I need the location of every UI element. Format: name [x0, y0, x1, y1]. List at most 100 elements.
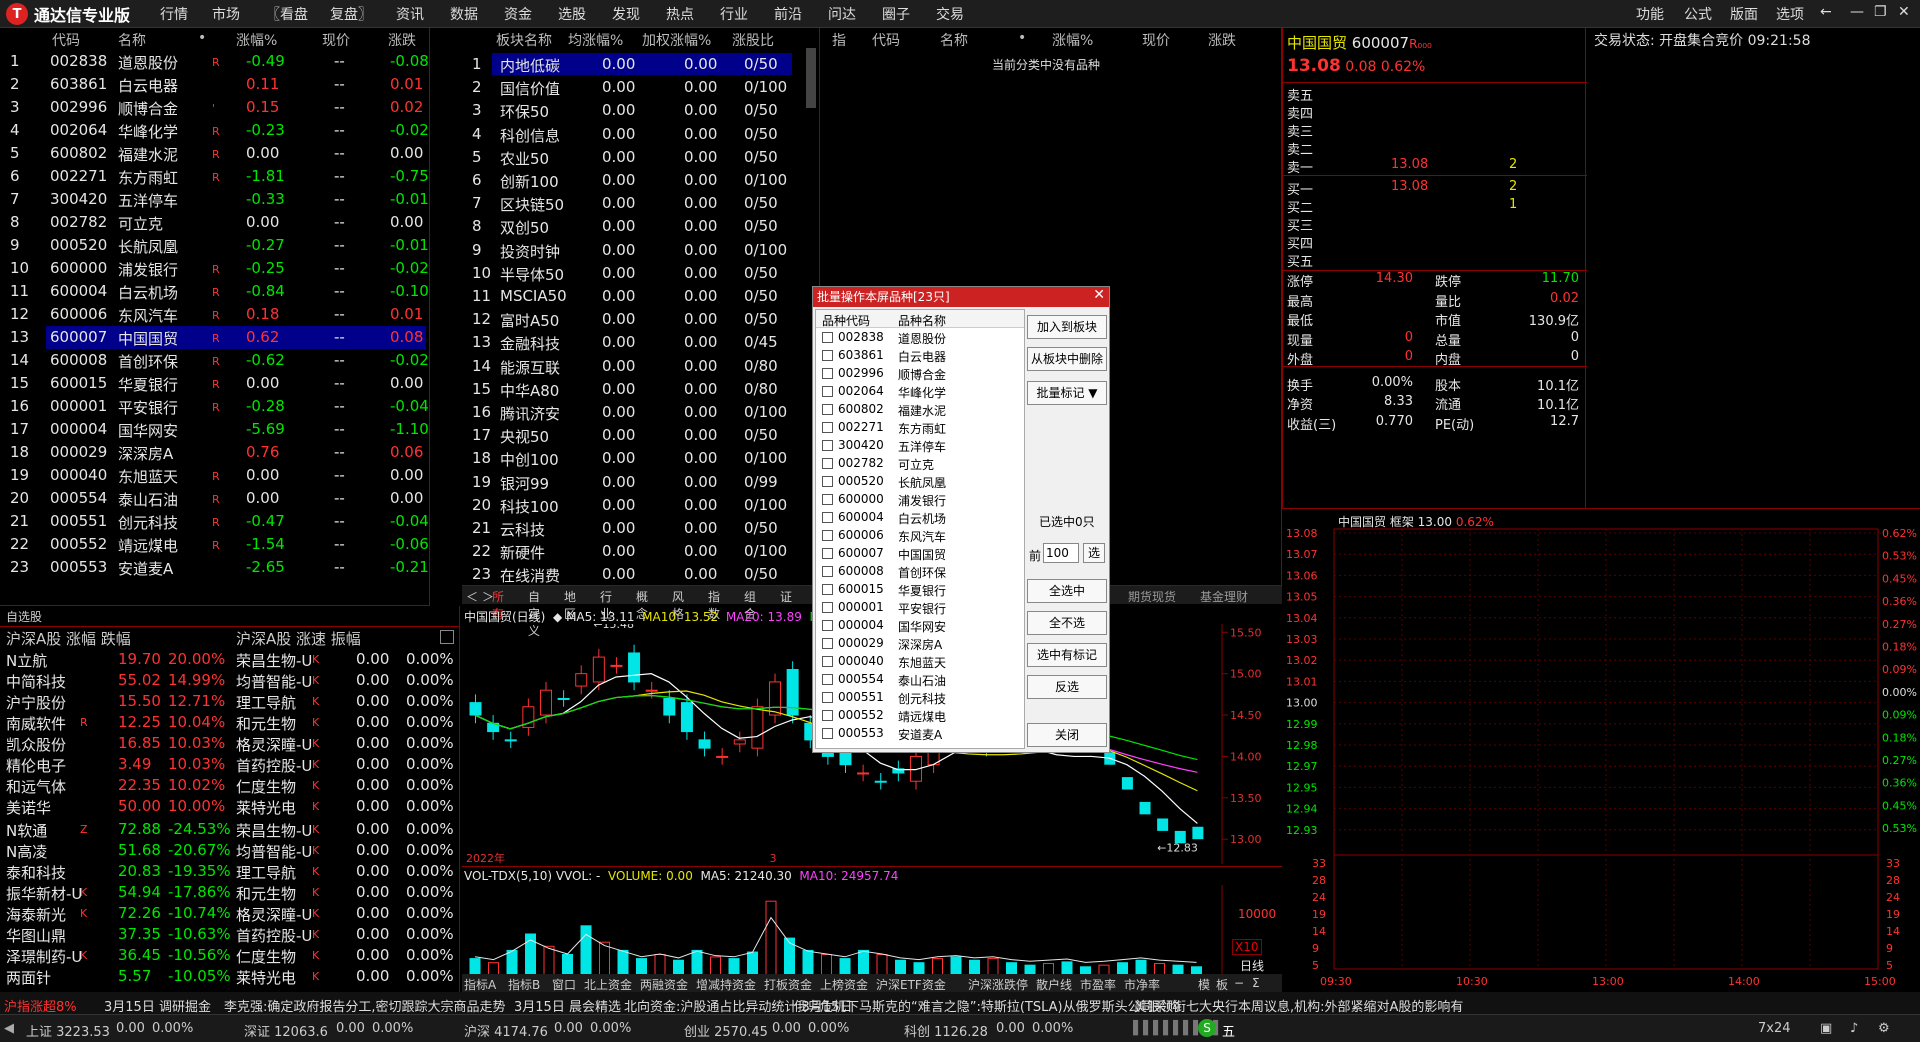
prev-count-input[interactable]: 100: [1043, 543, 1079, 563]
index-cy[interactable]: 创业 2570.45: [684, 1021, 768, 1040]
checkbox[interactable]: [822, 566, 833, 577]
checkbox[interactable]: [822, 602, 833, 613]
rank-row[interactable]: 华图山鼎 37.35 -10.63% 首药控股-U K 0.00 0.00%: [0, 923, 460, 945]
tab-prev-icon[interactable]: ＜: [466, 588, 478, 605]
dialog-row[interactable]: 600006 东风汽车: [816, 526, 1024, 544]
sector-row[interactable]: 15 中华A80 0.00 0.00 0/80: [462, 378, 792, 401]
stock-row[interactable]: 13 600007 中国国贸 R 0.62 -- 0.08: [0, 326, 430, 349]
checkbox[interactable]: [822, 458, 833, 469]
sector-row[interactable]: 20 科技100 0.00 0.00 0/100: [462, 494, 792, 517]
indicator-tab[interactable]: 增减持资金: [696, 976, 756, 993]
stock-row[interactable]: 11 600004 白云机场 R -0.84 -- -0.10: [0, 280, 430, 303]
stock-row[interactable]: 3 002996 顺博合金 ' 0.15 -- 0.02: [0, 96, 430, 119]
msg-icon[interactable]: ▣: [1820, 1021, 1832, 1036]
sector-row[interactable]: 22 新硬件 0.00 0.00 0/100: [462, 540, 792, 563]
rank-row[interactable]: 和远气体 22.35 10.02% 仁度生物 K 0.00 0.00%: [0, 774, 460, 796]
bid-row[interactable]: 买五: [1283, 250, 1587, 270]
dialog-row[interactable]: 002064 华峰化学: [816, 382, 1024, 400]
menu-xuangu[interactable]: 选股: [558, 4, 586, 24]
menu-qianyan[interactable]: 前沿: [774, 4, 802, 24]
indicator-tab[interactable]: 上榜资金: [820, 976, 868, 993]
stock-row[interactable]: 22 000552 靖远煤电 R -1.54 -- -0.06: [0, 533, 430, 556]
sector-row[interactable]: 3 环保50 0.00 0.00 0/50: [462, 99, 792, 122]
tool-button[interactable]: Σ: [1252, 976, 1260, 990]
col-code[interactable]: 品种代码: [822, 312, 870, 329]
dialog-row[interactable]: 000554 泰山石油: [816, 670, 1024, 688]
menu-gongneng[interactable]: 功能: [1636, 4, 1664, 24]
news-item[interactable]: 沪指涨超8%: [4, 996, 77, 1015]
stock-row[interactable]: 18 000029 深深房A 0.76 -- 0.06: [0, 441, 430, 464]
stock-row[interactable]: 14 600008 首创环保 R -0.62 -- -0.02: [0, 349, 430, 372]
sector-row[interactable]: 1 内地低碳 0.00 0.00 0/50: [462, 53, 792, 76]
expand-icon[interactable]: ◀: [4, 1021, 14, 1036]
ime-mode[interactable]: 五: [1222, 1021, 1235, 1040]
dialog-row[interactable]: 002838 道恩股份: [816, 328, 1024, 346]
stock-row[interactable]: 23 000553 安道麦A -2.65 -- -0.21: [0, 556, 430, 579]
stock-row[interactable]: 7 300420 五洋停车 -0.33 -- -0.01: [0, 188, 430, 211]
checkbox[interactable]: [822, 584, 833, 595]
dialog-row[interactable]: 000552 靖远煤电: [816, 706, 1024, 724]
sector-row[interactable]: 17 央视50 0.00 0.00 0/50: [462, 424, 792, 447]
dialog-row[interactable]: 002271 东方雨虹: [816, 418, 1024, 436]
sector-row[interactable]: 12 富时A50 0.00 0.00 0/50: [462, 308, 792, 331]
menu-banmian[interactable]: 版面: [1730, 4, 1758, 24]
indicator-tab[interactable]: 指标A: [464, 976, 496, 993]
tab-funds[interactable]: 基金理财: [1200, 588, 1248, 605]
rank-row[interactable]: 美诺华 50.00 10.00% 莱特光电 K 0.00 0.00%: [0, 795, 460, 817]
volume-chart[interactable]: VOL-TDX(5,10) VVOL: - VOLUME: 0.00 MA5: …: [462, 866, 1282, 979]
dialog-row[interactable]: 000551 创元科技: [816, 688, 1024, 706]
col-price[interactable]: 现价: [322, 30, 350, 50]
stock-row[interactable]: 19 000040 东旭蓝天 R 0.00 -- 0.00: [0, 464, 430, 487]
ask-row[interactable]: 卖二: [1283, 138, 1587, 158]
bid-row[interactable]: 买一 13.08 2: [1283, 178, 1587, 198]
checkbox[interactable]: [822, 548, 833, 559]
menu-shichang[interactable]: 市场: [212, 4, 240, 24]
sector-row[interactable]: 8 双创50 0.00 0.00 0/50: [462, 215, 792, 238]
menu-zixun[interactable]: 资讯: [396, 4, 424, 24]
sector-row[interactable]: 5 农业50 0.00 0.00 0/50: [462, 146, 792, 169]
news-item[interactable]: 美银领衔七大央行本周议息,机构:外部紧缩对A股的影响有: [1134, 996, 1463, 1015]
sector-row[interactable]: 23 在线消费 0.00 0.00 0/50: [462, 563, 792, 586]
sector-row[interactable]: 4 科创信息 0.00 0.00 0/50: [462, 123, 792, 146]
stock-row[interactable]: 10 600000 浦发银行 R -0.25 -- -0.02: [0, 257, 430, 280]
menu-faxian[interactable]: 发现: [612, 4, 640, 24]
col-code[interactable]: 代码: [872, 30, 900, 50]
stock-row[interactable]: 4 002064 华峰化学 R -0.23 -- -0.02: [0, 119, 430, 142]
rank-row[interactable]: 泽璟制药-U K 36.45 -10.56% 仁度生物 K 0.00 0.00%: [0, 944, 460, 966]
dialog-row[interactable]: 600008 首创环保: [816, 562, 1024, 580]
stock-row[interactable]: 21 000551 创元科技 R -0.47 -- -0.04: [0, 510, 430, 533]
sector-row[interactable]: 13 金融科技 0.00 0.00 0/45: [462, 331, 792, 354]
restore-icon[interactable]: ❐: [1874, 4, 1887, 20]
indicator-tab[interactable]: 市盈率: [1080, 976, 1116, 993]
news-7x24[interactable]: 7x24: [1758, 1021, 1791, 1036]
checkbox[interactable]: [822, 440, 833, 451]
dialog-row[interactable]: 000029 深深房A: [816, 634, 1024, 652]
checkbox[interactable]: [822, 710, 833, 721]
indicator-tab[interactable]: 两融资金: [640, 976, 688, 993]
indicator-tab[interactable]: 市净率: [1124, 976, 1160, 993]
col-change[interactable]: 涨跌: [1208, 30, 1236, 50]
sector-row[interactable]: 6 创新100 0.00 0.00 0/100: [462, 169, 792, 192]
checkbox[interactable]: [822, 512, 833, 523]
sector-row[interactable]: 21 云科技 0.00 0.00 0/50: [462, 517, 792, 540]
dialog-row[interactable]: 002996 顺博合金: [816, 364, 1024, 382]
dialog-row[interactable]: 600007 中国国贸: [816, 544, 1024, 562]
batch-mark-button[interactable]: 批量标记 ▼: [1027, 381, 1107, 405]
rank-row[interactable]: 凯众股份 16.85 10.03% 格灵深瞳-U K 0.00 0.00%: [0, 732, 460, 754]
sector-row[interactable]: 10 半导体50 0.00 0.00 0/50: [462, 262, 792, 285]
dialog-row[interactable]: 000004 国华网安: [816, 616, 1024, 634]
period-label[interactable]: 日线: [1240, 957, 1264, 974]
sector-row[interactable]: 7 区块链50 0.00 0.00 0/50: [462, 192, 792, 215]
stock-row[interactable]: 17 000004 国华网安 -5.69 -- -1.10: [0, 418, 430, 441]
stock-row[interactable]: 6 002271 东方雨虹 R -1.81 -- -0.75: [0, 165, 430, 188]
menu-gongshi[interactable]: 公式: [1684, 4, 1712, 24]
menu-hangye[interactable]: 行业: [720, 4, 748, 24]
ask-row[interactable]: 卖一 13.08 2: [1283, 156, 1587, 176]
dialog-row[interactable]: 600000 浦发银行: [816, 490, 1024, 508]
select-marked-button[interactable]: 选中有标记: [1027, 643, 1107, 667]
menu-wenda[interactable]: 问达: [828, 4, 856, 24]
close-icon[interactable]: ✕: [1898, 4, 1910, 20]
rank-row[interactable]: 两面针 5.57 -10.05% 莱特光电 K 0.00 0.00%: [0, 965, 460, 987]
indicator-tab[interactable]: 窗口: [552, 976, 576, 993]
indicator-tab[interactable]: 北上资金: [584, 976, 632, 993]
